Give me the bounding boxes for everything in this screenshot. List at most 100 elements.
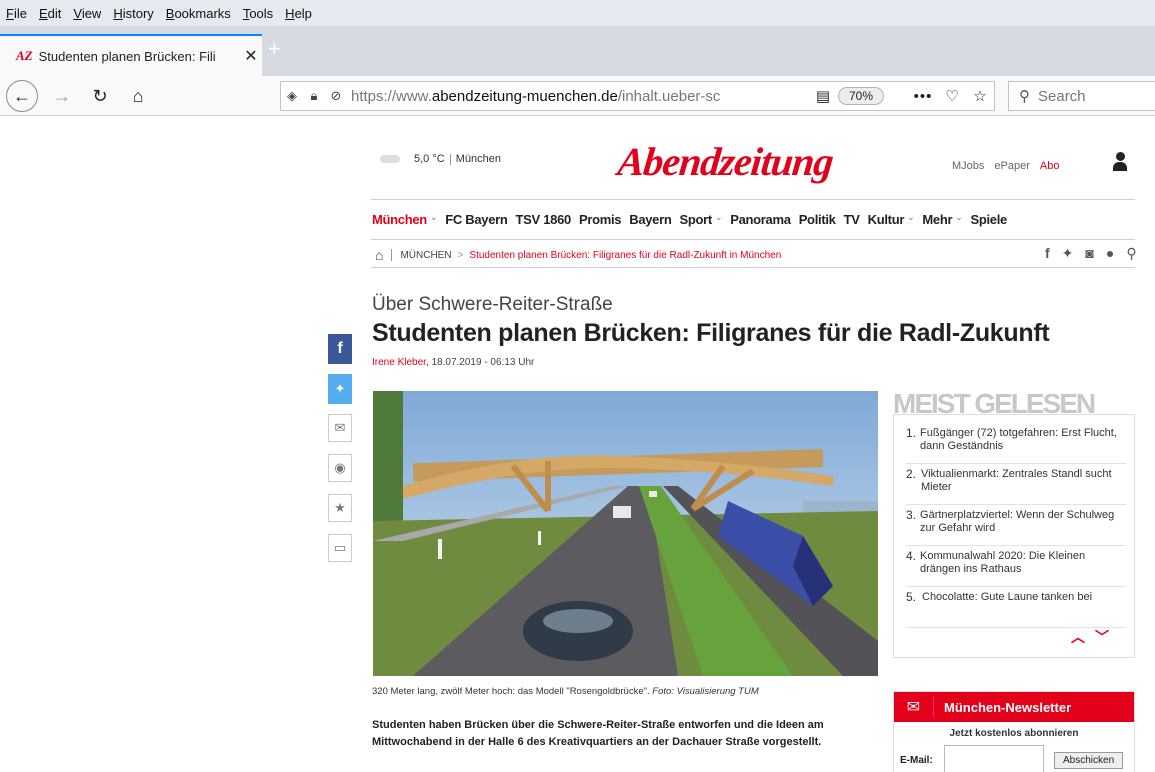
search-input[interactable]: ⚲ Search <box>1008 81 1155 111</box>
zoom-level[interactable]: 70% <box>837 87 884 105</box>
nav-item-promis[interactable]: Promis <box>579 212 622 227</box>
chevron-up-icon[interactable]: ︿ <box>1071 627 1085 647</box>
lock-icon[interactable]: 🔒︎ <box>303 88 325 104</box>
forward-icon[interactable]: → <box>50 82 74 110</box>
article-date: , 18.07.2019 - 06:13 Uhr <box>425 357 535 368</box>
menu-file[interactable]: File <box>6 6 27 21</box>
menu-help[interactable]: Help <box>285 6 312 21</box>
menu-bookmarks[interactable]: Bookmarks <box>166 6 231 21</box>
nav-item-kultur[interactable]: Kultur <box>868 212 905 227</box>
article-lead: Studenten haben Brücken über die Schwere… <box>372 719 824 748</box>
article-image[interactable] <box>373 391 878 676</box>
bookmark-star-button[interactable]: ★ <box>328 494 352 522</box>
share-comment-button[interactable]: ◉ <box>328 454 352 482</box>
breadcrumb-section[interactable]: MÜNCHEN <box>400 250 451 261</box>
link-abo[interactable]: Abo <box>1040 160 1060 172</box>
list-item[interactable]: 2. Viktualienmarkt: Zentrales Standl such… <box>906 464 1126 505</box>
tab-bar: AZ Studenten planen Brücken: Fili ✕ + <box>0 26 1155 76</box>
cloud-icon <box>380 155 400 163</box>
nav-item-tv[interactable]: TV <box>844 212 860 227</box>
envelope-icon: ✉ <box>894 697 934 717</box>
twitter-icon[interactable]: ✦ <box>1062 245 1074 262</box>
divider <box>371 239 1135 240</box>
nav-item-spiele[interactable]: Spiele <box>970 212 1007 227</box>
social-links: f ✦ ◙ ● ⚲ <box>1045 245 1137 262</box>
share-email-button[interactable]: ✉ <box>328 414 352 442</box>
home-icon[interactable]: ⌂ <box>126 82 150 110</box>
nav-item-mehr[interactable]: Mehr <box>922 212 952 227</box>
weather-widget: 5,0 °C München <box>380 153 501 165</box>
share-twitter-button[interactable]: ✦ <box>328 374 352 404</box>
back-icon[interactable]: ← <box>6 80 38 112</box>
instagram-icon[interactable]: ◙ <box>1085 245 1093 262</box>
author-link[interactable]: Irene Kleber <box>372 357 426 368</box>
nav-item-bayern[interactable]: Bayern <box>629 212 672 227</box>
reader-view-icon[interactable]: ▤ <box>808 87 838 105</box>
tab-title: Studenten planen Brücken: Fili <box>38 48 216 64</box>
home-icon[interactable]: ⌂ <box>375 247 383 263</box>
pocket-icon[interactable]: ♡ <box>938 87 966 105</box>
article-kicker: Über Schwere-Reiter-Straße <box>372 294 613 315</box>
nav-item-fc-bayern[interactable]: FC Bayern <box>445 212 508 227</box>
facebook-icon[interactable]: f <box>1045 245 1050 262</box>
list-item[interactable]: 1. Fußgänger (72) totgefahren: Erst Fluch… <box>906 423 1126 464</box>
list-item[interactable]: 4. Kommunalwahl 2020: Die Kleinen drängen… <box>906 546 1126 587</box>
menu-edit[interactable]: Edit <box>39 6 61 21</box>
newsletter-title: München-Newsletter <box>944 699 1072 715</box>
email-field[interactable] <box>944 745 1044 772</box>
url-bar[interactable]: ◈ 🔒︎ ⊘ https://www.abendzeitung-muenchen… <box>280 81 995 111</box>
chevron-down-icon[interactable]: ﹀ <box>1095 627 1109 647</box>
nav-item-panorama[interactable]: Panorama <box>730 212 791 227</box>
link-mjobs[interactable]: MJobs <box>952 160 984 172</box>
temperature: 5,0 °C <box>414 153 445 165</box>
list-item[interactable]: 5. Chocolatte: Gute Laune tanken bei <box>906 587 1126 628</box>
header-links: MJobs ePaper Abo <box>952 160 1059 172</box>
bookmark-star-icon[interactable]: ☆ <box>966 87 994 105</box>
main-navigation: München ⌄ FC Bayern TSV 1860 Promis Bayern Spo… <box>372 212 1007 227</box>
chevron-down-icon: ⌄ <box>955 212 963 222</box>
nav-item-sport[interactable]: Sport <box>680 212 713 227</box>
url-text[interactable]: https://www.abendzeitung-muenchen.de/inh… <box>347 88 808 105</box>
autoplay-blocked-icon[interactable]: ⊘ <box>325 88 347 104</box>
menu-view[interactable]: View <box>73 6 101 21</box>
newsletter-header: ✉ München-Newsletter <box>894 692 1134 722</box>
menu-tools[interactable]: Tools <box>243 6 273 21</box>
most-read-box: 1. Fußgänger (72) totgefahren: Erst Fluch… <box>893 414 1135 658</box>
image-caption: 320 Meter lang, zwölf Meter hoch: das Mo… <box>372 686 759 697</box>
shield-icon[interactable]: ◈ <box>281 88 303 104</box>
browser-tab[interactable]: AZ Studenten planen Brücken: Fili ✕ <box>0 34 262 76</box>
nav-toolbar: ← → ↻ ⌂ ◈ 🔒︎ ⊘ https://www.abendzeitung-… <box>0 76 1155 116</box>
chevron-down-icon: ⌄ <box>907 212 915 222</box>
nav-item-münchen[interactable]: München <box>372 212 427 227</box>
chevron-down-icon: ⌄ <box>714 212 723 222</box>
divider <box>371 199 1135 200</box>
more-actions-icon[interactable]: ••• <box>908 88 938 105</box>
nav-item-tsv-1860[interactable]: TSV 1860 <box>516 212 572 227</box>
favicon-icon: AZ <box>16 48 33 63</box>
print-button[interactable]: ▭ <box>328 534 352 562</box>
newsletter-box: ✉ München-Newsletter Jetzt kostenlos abo… <box>893 691 1135 772</box>
search-icon: ⚲ <box>1019 88 1030 105</box>
link-epaper[interactable]: ePaper <box>994 160 1029 172</box>
divider <box>371 267 1135 268</box>
share-facebook-button[interactable]: f <box>328 334 352 364</box>
user-icon[interactable] <box>1113 152 1127 172</box>
bridge-visualization-image <box>373 391 878 676</box>
most-read-arrows: ︿ ﹀ <box>1071 627 1109 647</box>
subscribe-button[interactable]: Abschicken <box>1054 751 1124 769</box>
newsletter-subtitle: Jetzt kostenlos abonnieren <box>949 728 1079 739</box>
breadcrumb-current[interactable]: Studenten planen Brücken: Filigranes für… <box>469 250 781 261</box>
weather-city: München <box>455 153 501 165</box>
nav-item-politik[interactable]: Politik <box>799 212 836 227</box>
newsletter-form: E-Mail: Abschicken <box>894 739 1134 772</box>
article-byline: Irene Kleber, 18.07.2019 - 06:13 Uhr <box>372 357 534 368</box>
search-icon[interactable]: ⚲ <box>1126 245 1136 262</box>
whatsapp-icon[interactable]: ● <box>1106 245 1114 262</box>
menu-history[interactable]: History <box>113 6 153 21</box>
site-logo[interactable]: Abendzeitung <box>616 138 836 185</box>
list-item[interactable]: 3. Gärtnerplatzviertel: Wenn der Schulweg… <box>906 505 1126 546</box>
new-tab-icon[interactable]: + <box>268 36 281 62</box>
menu-bar: File Edit View History Bookmarks Tools H… <box>0 0 1155 26</box>
close-icon[interactable]: ✕ <box>240 46 262 66</box>
reload-icon[interactable]: ↻ <box>88 82 112 110</box>
